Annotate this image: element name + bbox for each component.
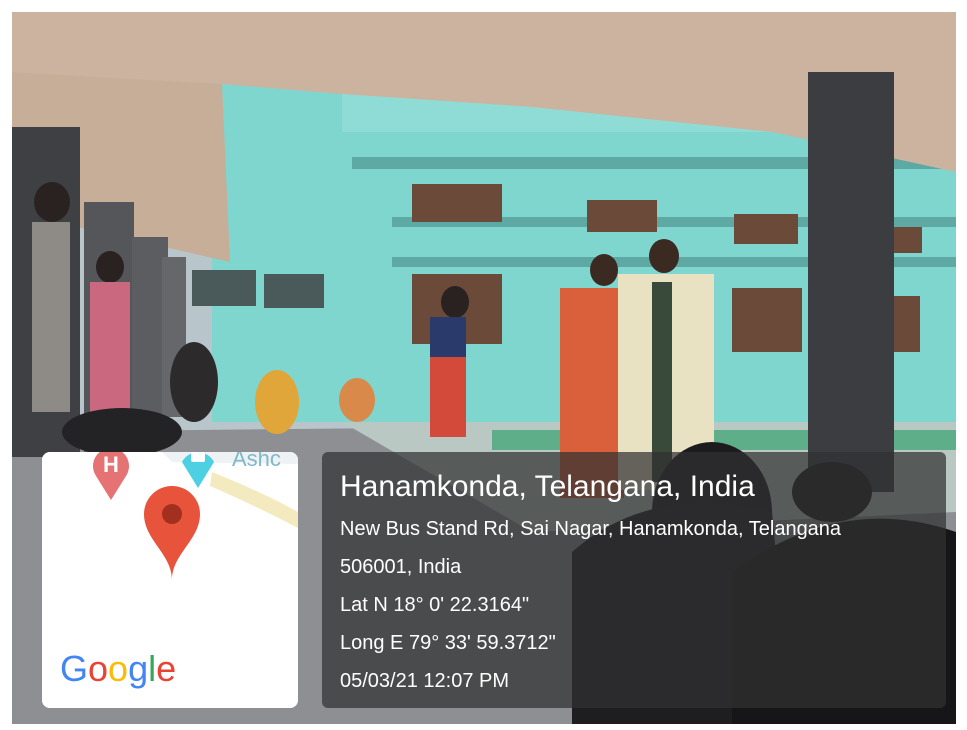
map-thumbnail[interactable]: H Ashc Google [42,452,298,708]
hospital-marker-letter: H [103,452,119,477]
google-letter: o [88,648,109,689]
address-line-1: New Bus Stand Rd, Sai Nagar, Hanamkonda,… [340,518,842,540]
geotag-photo: H Ashc Google Hanamkonda, Telangana, Ind… [12,12,956,724]
latitude-text: Lat N 18° 0' 22.3164" [340,594,530,616]
google-letter: e [156,648,177,689]
location-title: Hanamkonda, Telangana, India [340,470,755,503]
address-line-2: 506001, India [340,556,462,578]
longitude-text: Long E 79° 33' 59.3712" [340,632,556,654]
location-info-card: Hanamkonda, Telangana, India New Bus Sta… [322,452,946,708]
google-letter: l [148,648,157,689]
map-street-label: Ashc [232,452,281,471]
timestamp-text: 05/03/21 12:07 PM [340,670,510,692]
hospital-marker-icon: H [90,452,132,500]
google-letter: o [108,648,129,689]
location-pin-icon [142,484,202,580]
google-letter: G [60,648,89,689]
google-logo: Google [60,648,176,690]
google-letter: g [128,648,149,689]
bus-marker-icon [178,452,218,488]
